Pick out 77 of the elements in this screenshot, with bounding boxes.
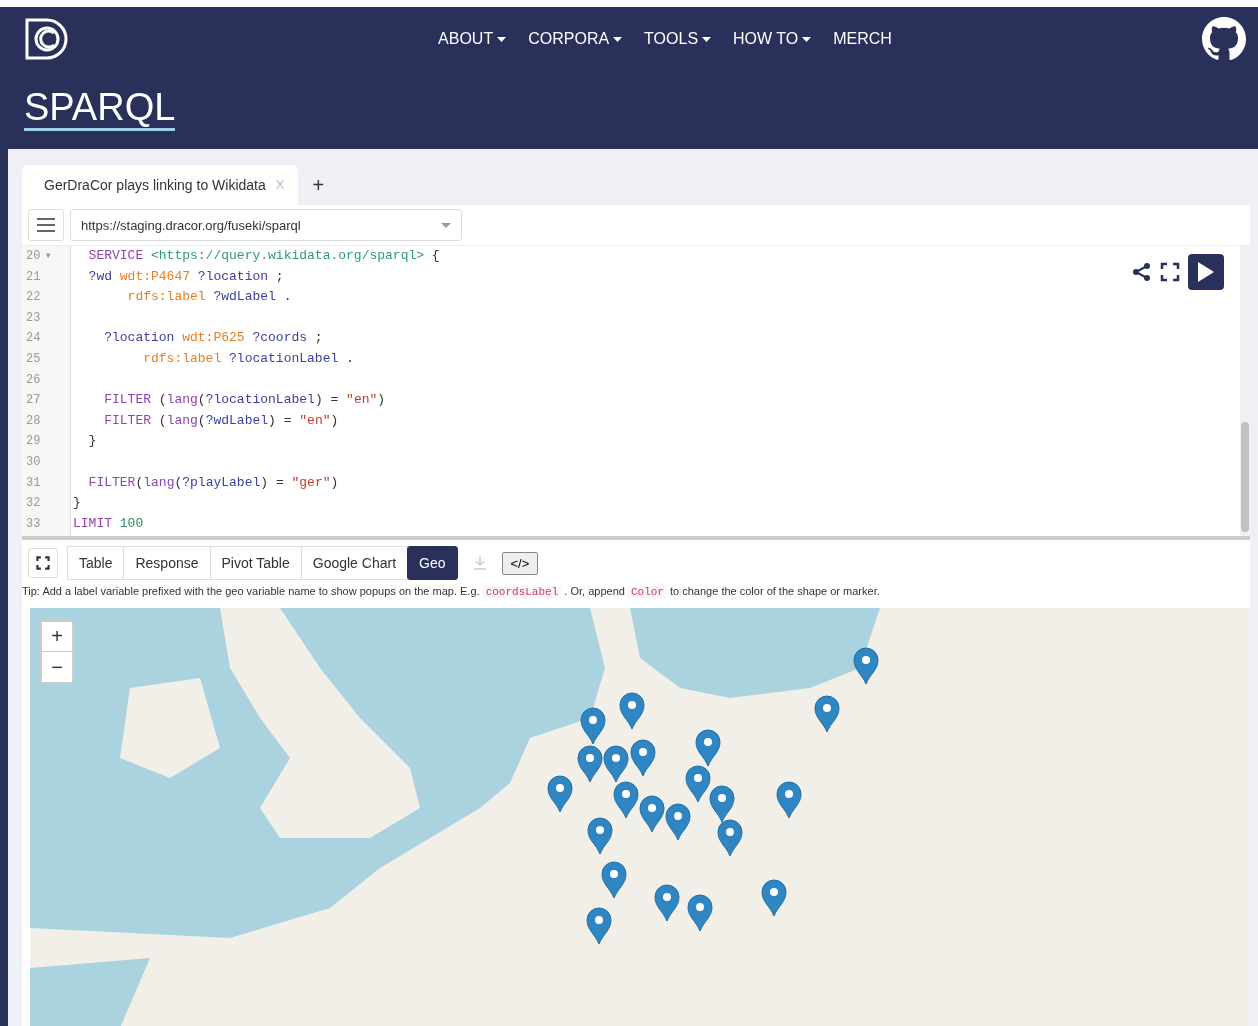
- map-pin-icon[interactable]: [601, 861, 627, 899]
- code-line: FILTER (lang(?locationLabel) = "en"): [103, 392, 386, 408]
- line-number: 25: [26, 350, 41, 368]
- code-line: rdfs:label ?locationLabel .: [142, 350, 354, 366]
- map-pin-icon[interactable]: [695, 729, 721, 767]
- map-pin-icon[interactable]: [603, 745, 629, 783]
- code-line: ?wd wdt:P4647 ?location ;: [87, 268, 284, 284]
- tip-text: Tip: Add a label variable prefixed with the geo variable name to show popups on the map. E.g. coordsLabel . Or, append Color to change the color of the shape or marker.: [22, 584, 881, 600]
- map-pin-icon[interactable]: [687, 894, 713, 932]
- line-number: 31: [26, 474, 41, 492]
- line-number: 20: [26, 248, 41, 265]
- map-pin-icon[interactable]: [853, 647, 879, 685]
- nav-menu-item[interactable]: CORPORA: [528, 30, 623, 48]
- code-line: FILTER(lang(?playLabel) = "ger"): [87, 474, 339, 490]
- query-tab[interactable]: GerDraCor plays linking to Wikidata X: [22, 165, 299, 205]
- run-button[interactable]: [1188, 254, 1224, 290]
- code-line: SERVICE <https://query.wikidata.org/sparql> {: [87, 248, 440, 263]
- line-number: 22: [26, 289, 41, 307]
- code-line: ?location wdt:P625 ?coords ;: [103, 330, 323, 346]
- menu-icon[interactable]: [37, 218, 55, 232]
- map-pin-icon[interactable]: [547, 775, 573, 813]
- map-pin-icon[interactable]: [587, 817, 613, 855]
- play-icon[interactable]: [1198, 262, 1214, 282]
- line-number: 24: [26, 330, 41, 348]
- line-number: 21: [26, 268, 41, 286]
- caret-icon[interactable]: [441, 222, 451, 228]
- github-icon[interactable]: [1202, 17, 1246, 61]
- result-tab[interactable]: Response: [123, 546, 211, 580]
- menu-button[interactable]: [28, 209, 64, 241]
- line-number: 29: [26, 433, 41, 451]
- map-pin-icon[interactable]: [619, 692, 645, 730]
- map-pin-icon[interactable]: [814, 695, 840, 733]
- code-line: LIMIT 100: [73, 515, 144, 531]
- add-tab-button[interactable]: +: [312, 173, 325, 197]
- result-tab[interactable]: Table: [67, 546, 125, 580]
- nav-menu-item[interactable]: ABOUT: [438, 30, 507, 48]
- map-pin-icon[interactable]: [709, 785, 735, 823]
- fullscreen-icon[interactable]: [36, 556, 50, 570]
- map-pin-icon[interactable]: [776, 781, 802, 819]
- line-number: 27: [26, 392, 41, 410]
- fullscreen-icon[interactable]: [1160, 262, 1180, 282]
- code-line: rdfs:label ?wdLabel .: [126, 289, 292, 305]
- nav-menu-item[interactable]: MERCH: [833, 30, 892, 48]
- map-background[interactable]: + −: [30, 608, 1250, 1026]
- scrollbar-thumb[interactable]: [1241, 422, 1249, 532]
- line-number: 23: [26, 309, 41, 327]
- endpoint-select[interactable]: https://staging.dracor.org/fuseki/sparql: [70, 209, 462, 241]
- result-tab[interactable]: Google Chart: [300, 546, 409, 580]
- page-title: SPARQL: [24, 87, 176, 131]
- line-number: 33: [26, 515, 41, 533]
- map-pin-icon[interactable]: [580, 707, 606, 745]
- map-pin-icon[interactable]: [654, 884, 680, 922]
- map-pin-icon[interactable]: [685, 765, 711, 803]
- map-pin-icon[interactable]: [639, 795, 665, 833]
- line-number: 30: [26, 453, 41, 471]
- share-icon[interactable]: [1132, 262, 1152, 282]
- code-line: FILTER (lang(?wdLabel) = "en"): [103, 412, 339, 428]
- map-pin-icon[interactable]: [577, 745, 603, 783]
- code-line: }: [73, 495, 81, 511]
- result-tab[interactable]: Geo: [407, 546, 458, 580]
- result-tab[interactable]: Pivot Table: [209, 546, 302, 580]
- code-button[interactable]: </>: [501, 551, 539, 575]
- fullscreen-button[interactable]: [28, 548, 58, 578]
- nav-menu-item[interactable]: HOW TO: [733, 30, 812, 48]
- map-pin-icon[interactable]: [613, 781, 639, 819]
- map-pin-icon[interactable]: [630, 739, 656, 777]
- logo-icon[interactable]: [24, 17, 68, 61]
- nav-menu-item[interactable]: TOOLS: [644, 30, 712, 48]
- line-number: 32: [26, 495, 41, 513]
- zoom-in-button[interactable]: +: [42, 622, 72, 652]
- map-pin-icon[interactable]: [586, 907, 612, 945]
- map-pin-icon[interactable]: [761, 879, 787, 917]
- line-number: 28: [26, 412, 41, 430]
- map-pin-icon[interactable]: [717, 819, 743, 857]
- code-line: }: [87, 433, 97, 449]
- line-number: 26: [26, 371, 41, 389]
- map-pin-icon[interactable]: [665, 803, 691, 841]
